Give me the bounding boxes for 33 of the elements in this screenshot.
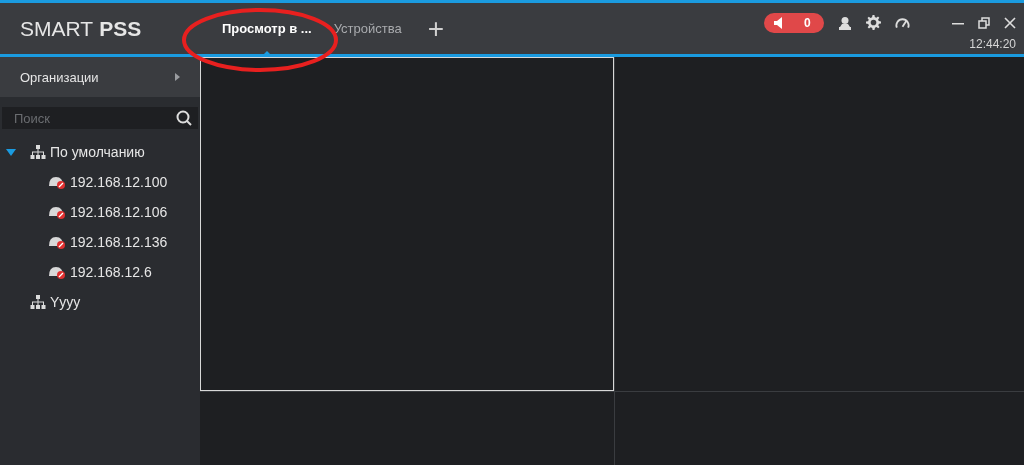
device-label[interactable]: 192.168.12.6 — [70, 264, 152, 280]
user-icon[interactable] — [838, 15, 852, 30]
device-label[interactable]: 192.168.12.106 — [70, 204, 168, 220]
network-icon — [30, 295, 46, 309]
offline-camera-icon — [48, 235, 66, 249]
organizations-header[interactable]: Организации — [0, 57, 200, 97]
video-tile[interactable] — [615, 392, 1024, 465]
gauge-icon[interactable] — [895, 16, 910, 29]
expand-arrow-icon — [175, 73, 180, 81]
video-tile[interactable] — [200, 392, 614, 465]
settings-icon[interactable] — [866, 15, 881, 30]
expand-caret-icon[interactable] — [6, 147, 16, 157]
group-label[interactable]: По умолчанию — [50, 144, 145, 160]
network-icon — [30, 145, 46, 159]
offline-camera-icon — [48, 205, 66, 219]
close-icon[interactable] — [1004, 16, 1016, 29]
offline-camera-icon — [48, 175, 66, 189]
search-field[interactable]: Поиск — [2, 107, 198, 129]
alarm-button[interactable]: 0 — [764, 12, 824, 33]
video-tile[interactable] — [200, 57, 614, 391]
device-label[interactable]: 192.168.12.136 — [70, 234, 168, 250]
video-tile[interactable] — [615, 57, 1024, 391]
group-label[interactable]: Yyyy — [50, 294, 81, 310]
search-icon[interactable] — [176, 110, 192, 126]
clock-text: 12:44:20 — [969, 36, 1016, 51]
logo-text: SMART — [20, 16, 94, 41]
restore-icon[interactable] — [978, 16, 990, 29]
tab[interactable]: Просмотр в ... — [220, 3, 314, 54]
device-label[interactable]: 192.168.12.100 — [70, 174, 168, 190]
offline-camera-icon — [48, 265, 66, 279]
add-tab-button[interactable]: + — [421, 12, 451, 45]
logo-text-bold: PSS — [99, 16, 142, 41]
tab[interactable]: Устройства — [331, 3, 404, 54]
